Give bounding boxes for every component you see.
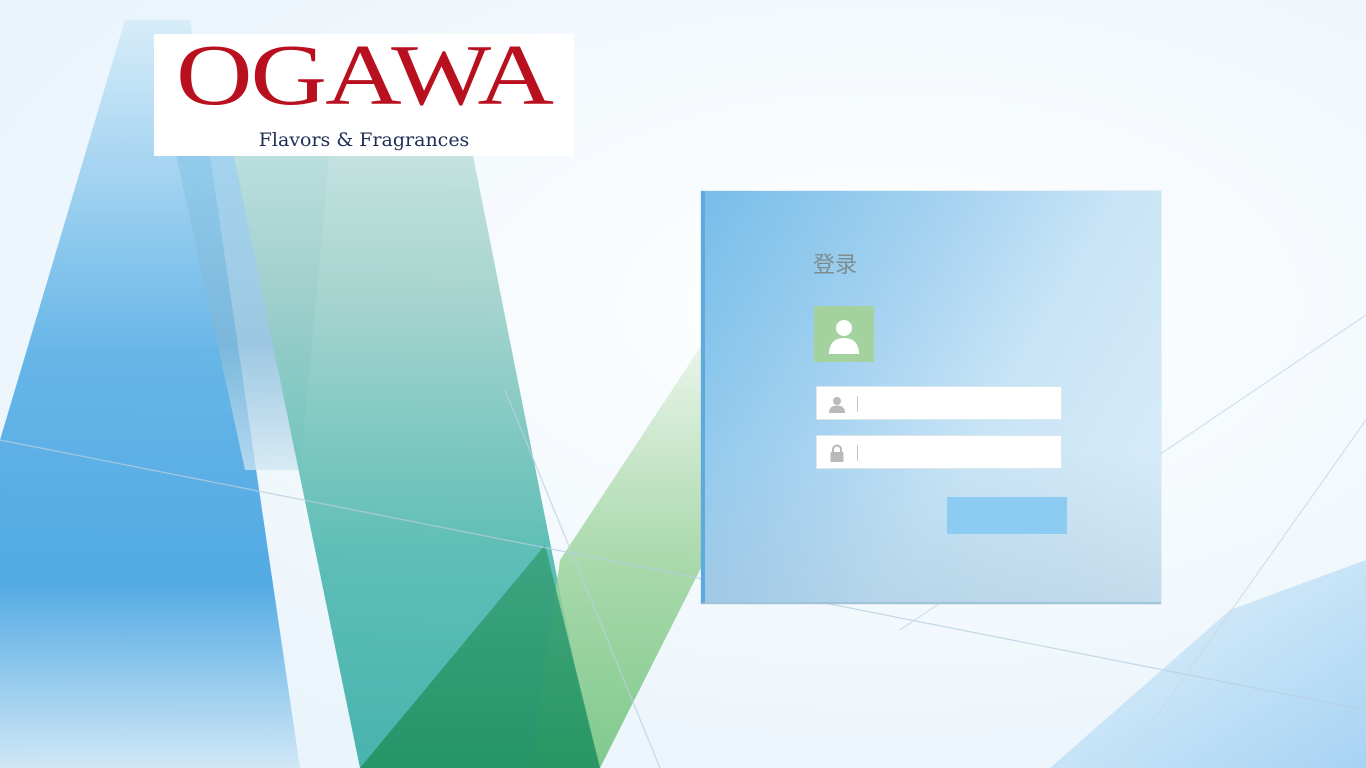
panel-shade (705, 452, 1161, 602)
user-avatar-icon (829, 320, 859, 354)
logo-wordmark: OGAWA (175, 27, 554, 124)
user-icon (829, 397, 845, 413)
company-logo: OGAWA Flavors & Fragrances (154, 27, 574, 156)
logo-tagline: Flavors & Fragrances (258, 129, 470, 151)
username-field (816, 386, 1062, 420)
field-divider (857, 396, 858, 412)
login-button[interactable] (947, 497, 1067, 534)
password-input[interactable] (863, 438, 1057, 468)
avatar (814, 306, 874, 362)
password-field (816, 435, 1062, 469)
login-title: 登录 (813, 253, 858, 278)
lock-icon (830, 444, 844, 462)
field-divider (857, 445, 858, 461)
username-input[interactable] (863, 389, 1057, 419)
login-panel: 登录 (701, 191, 1161, 604)
